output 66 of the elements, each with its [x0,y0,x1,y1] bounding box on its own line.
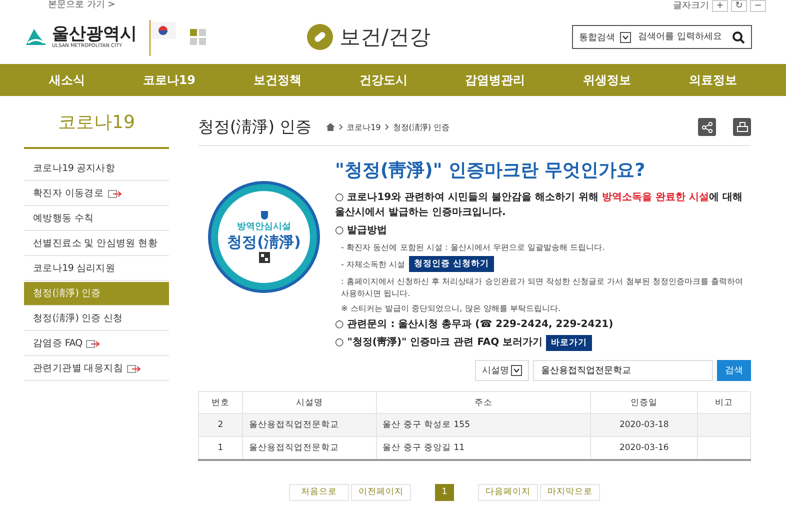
table-cell: 울산 중구 중앙길 11 [376,436,591,460]
column-header: 인증일 [590,392,698,414]
flag-icon [148,18,178,56]
font-size-button[interactable]: − [750,0,766,12]
page-number[interactable]: 1 [435,484,454,500]
chevron-icon [338,124,343,130]
table-cell: 2 [198,414,242,436]
qr-code-icon [258,252,270,263]
dropdown-icon [511,365,522,376]
grid-icon[interactable] [190,29,206,45]
info-text: ○ "청정(靑淨)" 인증마크 관련 FAQ 보러가기 바로가기 [335,335,751,351]
chevron-icon [384,124,389,130]
info-text: ○ 발급방법 [335,224,388,238]
share-button[interactable] [698,118,716,136]
font-size-label: 글자크기 [673,1,709,11]
search-category-select[interactable]: 시설명 [475,360,529,381]
print-button[interactable] [733,118,751,136]
table-cell [698,414,750,436]
external-link-icon [108,190,122,198]
apply-button[interactable]: 청정인증 신청하기 [409,256,494,272]
previous-page-button[interactable]: 이전페이지 [351,484,411,500]
logo-text: 울산광역시 [52,25,137,43]
sidebar-title: 코로나19 [24,96,169,149]
font-size-button[interactable]: ↻ [731,0,747,12]
column-header: 번호 [198,392,242,414]
column-header: 주소 [376,392,591,414]
search-button[interactable]: 검색 [717,360,751,381]
table-cell: 2020-03-16 [590,436,698,460]
badge-caption: 방역안심시설 [237,221,291,233]
info-text: ○ 관련문의 : 울산시청 총무과 (☎ 229-2424, 229-2421) [335,318,614,332]
info-heading: "청정(靑淨)" 인증마크란 무엇인가요? [335,159,646,182]
table-cell: 울산 중구 학성로 155 [376,414,591,436]
next-page-button[interactable]: 다음페이지 [478,484,538,500]
search-icon[interactable] [732,30,745,44]
info-text: - 확진자 동선에 포함된 시설 : 울산시에서 우편으로 일괄발송해 드립니다. [341,241,606,253]
site-title: 보건/건강 [339,24,431,51]
skip-link[interactable]: 본문으로 가기 > [48,0,116,10]
dropdown-icon[interactable] [620,32,631,42]
column-header: 비고 [698,392,750,414]
pill-icon [307,24,334,50]
share-icon [702,122,712,132]
info-text: ※ 스티커는 발급이 중단되었으니, 많은 양해를 부탁드립니다. [341,302,562,314]
info-text: ○ 코로나19와 관련하여 시민들의 불안감을 해소하기 위해 방역소독을 완료한 시설에 대해 울산시에서 발급하는 인증마크입니다. [335,191,744,220]
search-input[interactable]: 울산용접직업전문학교 [533,360,713,381]
page-title: 청정(淸淨) 인증 [198,116,312,138]
column-header: 시설명 [242,392,376,414]
search-field[interactable]: 통합검색 검색어를 입력하세요 [572,25,752,49]
table-cell: 1 [198,436,242,460]
printer-icon [736,122,748,132]
shortcut-button[interactable]: 바로가기 [546,335,592,351]
home-icon[interactable] [326,123,335,131]
table-cell: 울산용접직업전문학교 [242,414,376,436]
external-link-icon [86,340,100,348]
search-scope[interactable]: 통합검색 [579,30,615,44]
table-cell: 2020-03-18 [590,414,698,436]
table-cell: 울산용접직업전문학교 [242,436,376,460]
font-size-button[interactable]: + [712,0,728,12]
last-page-button[interactable]: 마지막으로 [540,484,600,500]
badge-title: 청정(淸淨) [227,233,301,252]
breadcrumb-link[interactable]: 코로나19 [346,122,381,132]
first-page-button[interactable]: 처음으로 [289,484,349,500]
external-link-icon [127,364,142,372]
breadcrumb-link[interactable]: 청정(淸淨) 인증 [392,122,450,132]
logo-icon [24,27,48,47]
info-text: : 홈페이지에서 신청하신 후 처리상태가 승인완료가 되면 작성한 신청글로 가서 첨부된 청정인증마크를 출력하여 사용하시면 됩니다. [341,275,744,299]
info-text: - 자체소독한 시설 [341,258,406,270]
